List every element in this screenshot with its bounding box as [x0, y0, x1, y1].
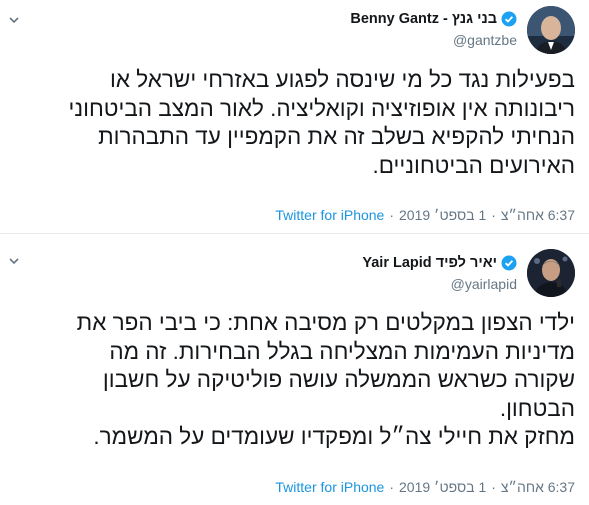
- tweet-text-line: האירועים הביטחוניים.: [372, 152, 575, 178]
- verified-badge-icon: [501, 255, 517, 271]
- chevron-down-icon[interactable]: [8, 14, 20, 26]
- tweet-text-line: בפעילות נגד כל מי שינסה לפגוע באזרחי ישר…: [110, 67, 575, 92]
- tweet-time[interactable]: 6:37 אחה״צ: [501, 207, 575, 223]
- avatar[interactable]: [527, 6, 575, 54]
- user-handle[interactable]: @yairlapid: [362, 276, 517, 292]
- tweet-text-line: ילדי הצפון במקלטים רק מסיבה אחת: כי ביבי…: [76, 310, 575, 335]
- tweet-source-link[interactable]: Twitter for iPhone: [275, 479, 384, 495]
- avatar[interactable]: [527, 249, 575, 297]
- tweet-text-line: ריבונותה אין אופוזיציה וקואליציה. לאור ה…: [68, 95, 575, 121]
- chevron-down-icon[interactable]: [8, 255, 20, 267]
- tweet-header: בני גנץ - Benny Gantz @gantzbe: [350, 11, 517, 48]
- tweet-text: בפעילות נגד כל מי שינסה לפגוע באזרחי ישר…: [15, 66, 575, 180]
- user-handle[interactable]: @gantzbe: [350, 32, 517, 48]
- tweet-text-line: הנחיתי להקפיא בשלב זה את הקמפיין עד התבה…: [98, 124, 575, 149]
- verified-badge-icon: [501, 11, 517, 27]
- tweet-text-line: מחזק את חיילי צה״ל ומפקדיו שעומדים על המ…: [93, 424, 575, 449]
- display-name[interactable]: יאיר לפיד Yair Lapid: [362, 255, 497, 271]
- tweet-date[interactable]: 1 בספט׳ 2019: [399, 479, 486, 495]
- tweet-source-link[interactable]: Twitter for iPhone: [275, 207, 384, 223]
- tweet-date[interactable]: 1 בספט׳ 2019: [399, 207, 486, 223]
- tweet-meta: 6:37 אחה״צ·1 בספט׳ 2019·Twitter for iPho…: [275, 207, 575, 223]
- tweet: יאיר לפיד Yair Lapid @yairlapid ילדי הצפ…: [0, 233, 589, 505]
- tweet-header: יאיר לפיד Yair Lapid @yairlapid: [362, 255, 517, 292]
- portrait-avatar-icon: [527, 6, 575, 54]
- display-name[interactable]: בני גנץ - Benny Gantz: [350, 11, 497, 27]
- tweet-text-line: הבטחון.: [499, 395, 575, 421]
- tweet-text-line: שקורה כשראש הממשלה עושה פוליטיקה על חשבו…: [102, 367, 575, 392]
- tweet-text-line: מדיניות העמימות המצליחה בגלל הבחירות. זה…: [109, 338, 575, 364]
- tweet-text: ילדי הצפון במקלטים רק מסיבה אחת: כי ביבי…: [15, 309, 575, 452]
- tweet-time[interactable]: 6:37 אחה״צ: [501, 479, 575, 495]
- tweet-meta: 6:37 אחה״צ·1 בספט׳ 2019·Twitter for iPho…: [275, 479, 575, 495]
- tweet: בני גנץ - Benny Gantz @gantzbe בפעילות נ…: [0, 0, 589, 233]
- portrait-avatar-icon: [527, 249, 575, 297]
